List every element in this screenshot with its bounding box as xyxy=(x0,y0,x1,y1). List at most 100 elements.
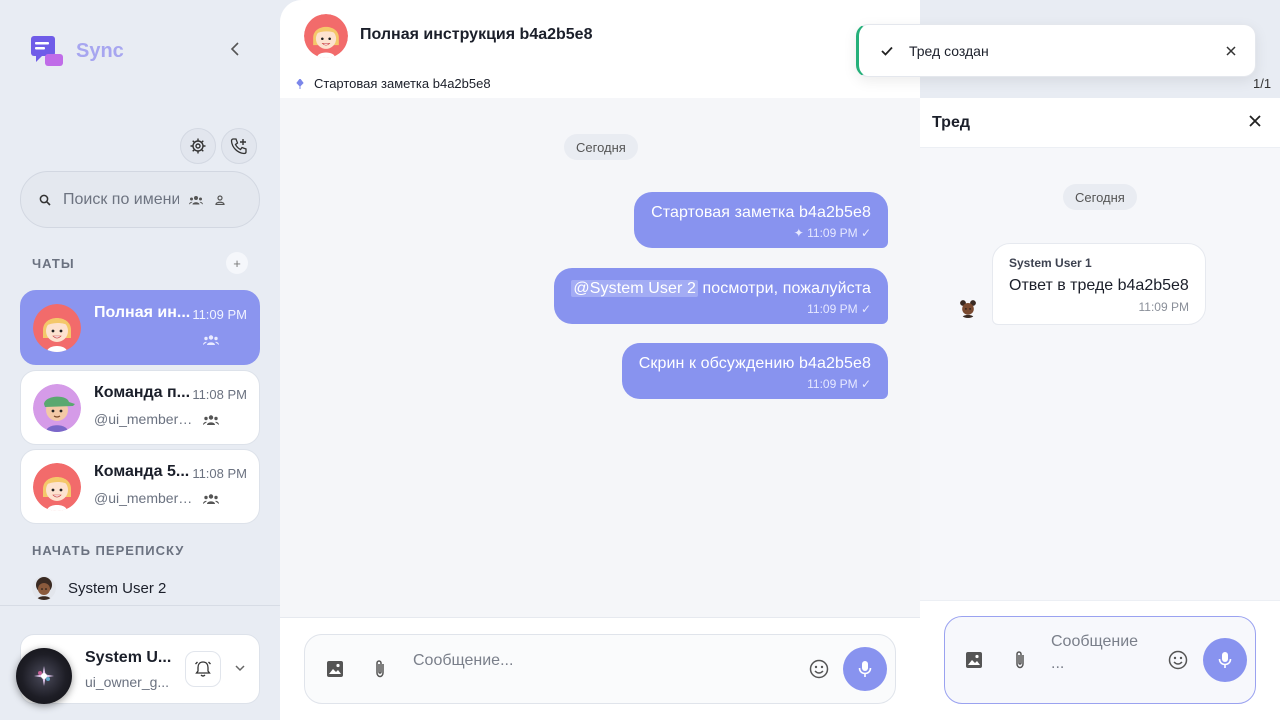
message-meta: 11:09 PM ✓ xyxy=(571,302,871,316)
notifications-button[interactable] xyxy=(185,651,221,687)
message-time: 11:09 PM xyxy=(807,302,858,316)
thread-message-input[interactable] xyxy=(1051,631,1147,679)
chat-header: Полная инструкция b4a2b5e8 Стартовая зам… xyxy=(280,0,920,98)
message-text-part: посмотри, пожалуйста xyxy=(697,280,871,297)
chat-time: 11:08 PM xyxy=(192,466,247,481)
toast-message: Тред создан xyxy=(909,43,989,59)
chevron-down-icon[interactable] xyxy=(233,661,247,675)
group-icon xyxy=(203,415,219,425)
chat-panel: Полная инструкция b4a2b5e8 Стартовая зам… xyxy=(280,0,920,720)
message-bubble[interactable]: Скрин к обсуждению b4a2b5e8 11:09 PM ✓ xyxy=(621,343,888,399)
pin-icon: ✦ xyxy=(793,226,804,240)
pinned-text: Стартовая заметка b4a2b5e8 xyxy=(314,76,491,91)
user-avatar-icon xyxy=(33,384,81,432)
group-icon xyxy=(203,335,219,345)
user-mention[interactable]: @System User 2 xyxy=(571,280,698,297)
chat-time: 11:08 PM xyxy=(192,387,247,402)
chat-subtitle: @ui_member_... xyxy=(94,490,194,506)
chat-subtitle: @ui_member_... xyxy=(94,411,194,427)
chevron-left-icon xyxy=(230,42,239,56)
sparkle-icon xyxy=(34,666,54,686)
attach-file-button[interactable] xyxy=(368,657,392,681)
start-chat-section-title: НАЧАТЬ ПЕРЕПИСКУ xyxy=(32,543,185,558)
emoji-button[interactable] xyxy=(807,657,831,681)
emoji-icon xyxy=(1168,650,1188,670)
search-input[interactable] xyxy=(63,190,179,209)
avatar xyxy=(33,384,81,432)
thread-composer[interactable] xyxy=(944,616,1256,704)
voice-record-button[interactable] xyxy=(1203,638,1247,682)
message-meta: 11:09 PM ✓ xyxy=(639,377,871,391)
message-bubble[interactable]: @System User 2 посмотри, пожалуйста 11:0… xyxy=(554,268,888,324)
paperclip-icon xyxy=(376,660,384,678)
message-composer[interactable] xyxy=(304,634,896,704)
check-icon: ✓ xyxy=(860,302,871,316)
message-input[interactable] xyxy=(413,649,793,673)
message-meta: ✦ 11:09 PM ✓ xyxy=(651,226,871,240)
microphone-icon xyxy=(858,661,872,677)
chat-logo-icon xyxy=(31,36,63,66)
close-icon[interactable] xyxy=(1225,45,1237,57)
thread-header: Тред xyxy=(920,98,1280,148)
avatar[interactable] xyxy=(958,298,978,318)
emoji-button[interactable] xyxy=(1166,648,1190,672)
user-filter-icon[interactable] xyxy=(215,194,225,205)
thread-panel: Тред Сегодня System User 1 Ответ в треде… xyxy=(920,98,1280,720)
profile-name: System U... xyxy=(85,649,172,666)
attach-image-button[interactable] xyxy=(962,648,986,672)
user-avatar-icon xyxy=(958,298,978,318)
message-time: 11:09 PM xyxy=(807,377,858,391)
message-text: Ответ в треде b4a2b5e8 xyxy=(1009,277,1189,294)
image-icon xyxy=(966,652,982,668)
check-icon xyxy=(881,46,893,56)
phone-plus-icon xyxy=(230,138,247,155)
attach-file-button[interactable] xyxy=(1008,648,1032,672)
message-text: @System User 2 посмотри, пожалуйста xyxy=(571,280,871,298)
close-icon[interactable] xyxy=(1248,114,1262,128)
chat-item[interactable]: Команда 5... 11:08 PM @ui_member_... xyxy=(20,449,260,524)
chat-item[interactable]: Полная ин... 11:09 PM xyxy=(20,290,260,365)
chat-name: Полная ин... xyxy=(94,304,191,321)
user-name: System User 2 xyxy=(68,579,167,597)
chat-item[interactable]: Команда п... 11:08 PM @ui_member_... xyxy=(20,370,260,445)
gear-icon xyxy=(190,138,206,154)
thread-title: Тред xyxy=(932,114,970,131)
assistant-orb-button[interactable] xyxy=(16,648,72,704)
message-author: System User 1 xyxy=(1009,256,1092,270)
chat-title: Полная инструкция b4a2b5e8 xyxy=(360,26,593,43)
message-text: Стартовая заметка b4a2b5e8 xyxy=(651,204,871,221)
divider xyxy=(0,605,280,606)
message-time: 11:09 PM xyxy=(807,226,858,240)
new-chat-button[interactable]: + xyxy=(226,252,248,274)
emoji-icon xyxy=(809,659,829,679)
new-call-button[interactable] xyxy=(221,128,257,164)
thread-message[interactable]: System User 1 Ответ в треде b4a2b5e8 11:… xyxy=(992,243,1206,325)
start-chat-user[interactable]: System User 2 xyxy=(32,576,166,600)
collapse-sidebar-button[interactable] xyxy=(226,40,244,60)
group-filter-icon[interactable] xyxy=(189,195,203,205)
toast-notification: Тред создан xyxy=(856,24,1256,77)
message-bubble[interactable]: Стартовая заметка b4a2b5e8 ✦ 11:09 PM ✓ xyxy=(634,192,888,248)
message-text: Скрин к обсуждению b4a2b5e8 xyxy=(638,355,871,372)
message-time: 11:09 PM xyxy=(1138,300,1189,314)
avatar xyxy=(32,576,56,600)
search-box[interactable] xyxy=(20,171,260,228)
chat-time: 11:09 PM xyxy=(192,307,247,322)
user-avatar-icon xyxy=(32,576,56,600)
avatar xyxy=(33,463,81,511)
pinned-message[interactable]: Стартовая заметка b4a2b5e8 xyxy=(296,76,491,91)
user-avatar-icon xyxy=(33,304,81,352)
attach-image-button[interactable] xyxy=(323,657,347,681)
user-avatar-icon xyxy=(33,463,81,511)
voice-record-button[interactable] xyxy=(843,647,887,691)
profile-username: ui_owner_g... xyxy=(85,674,170,690)
bell-snooze-icon xyxy=(195,661,211,677)
pinned-counter: 1/1 xyxy=(1253,76,1272,91)
search-icon xyxy=(39,194,51,206)
paperclip-icon xyxy=(1016,651,1024,669)
image-icon xyxy=(327,661,343,677)
app-name: Sync xyxy=(76,39,124,62)
avatar[interactable] xyxy=(304,14,348,58)
check-icon: ✓ xyxy=(860,377,871,391)
settings-button[interactable] xyxy=(180,128,216,164)
